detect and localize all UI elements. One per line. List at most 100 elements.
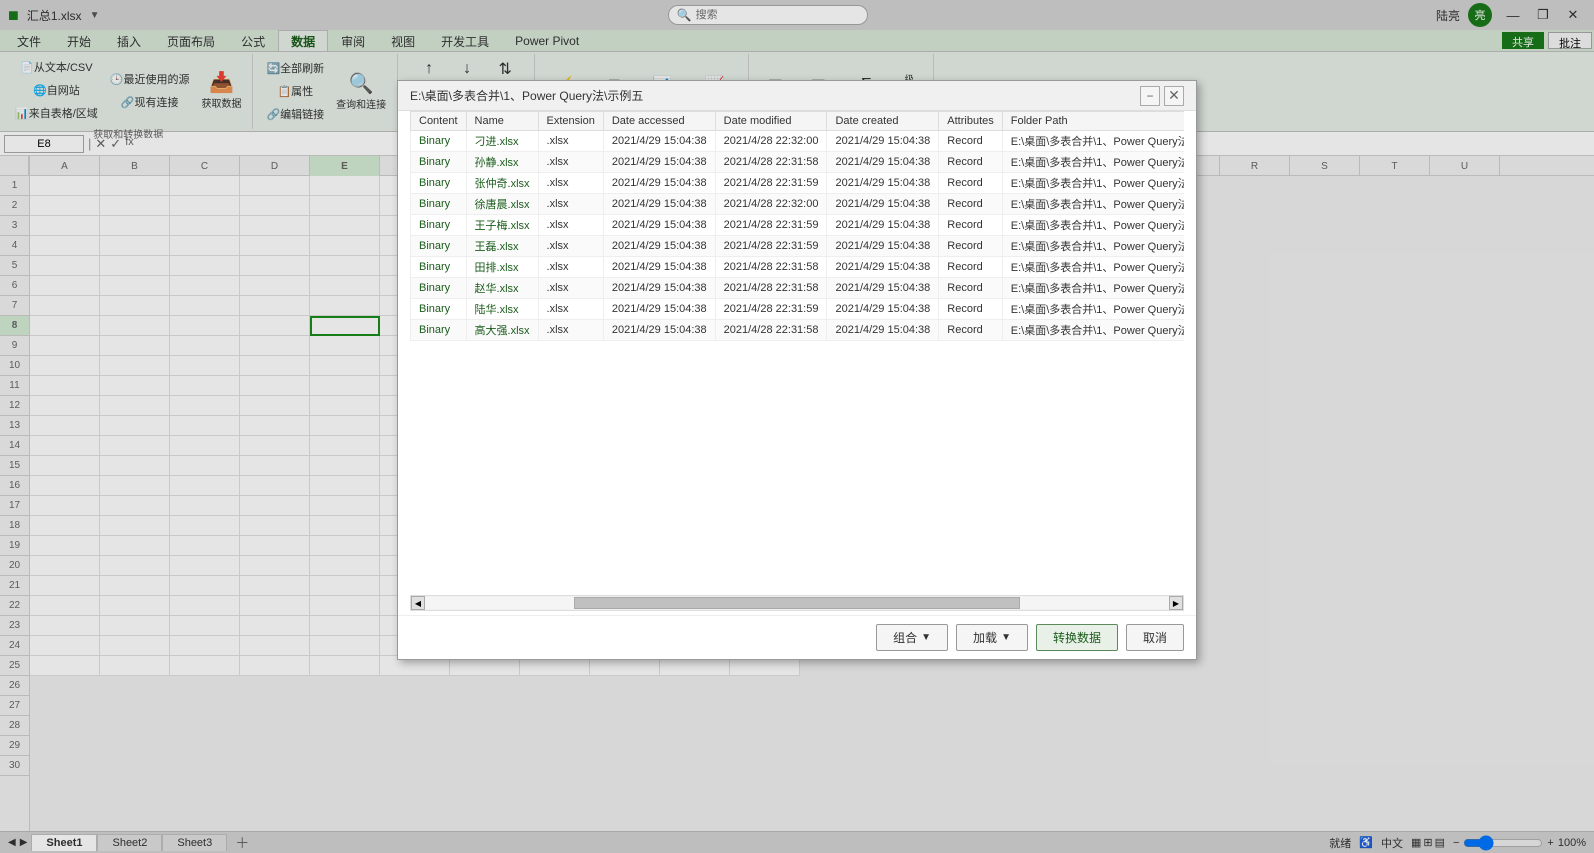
- table-cell: Binary: [411, 173, 467, 194]
- dialog-minimize-button[interactable]: −: [1140, 86, 1160, 106]
- col-header-extension: Extension: [538, 112, 603, 131]
- table-cell: 2021/4/29 15:04:38: [603, 299, 715, 320]
- col-header-date-accessed: Date accessed: [603, 112, 715, 131]
- table-cell: E:\桌面\多表合并\1、Power Query法\示例: [1002, 131, 1184, 152]
- table-cell: E:\桌面\多表合并\1、Power Query法\示例: [1002, 278, 1184, 299]
- scroll-thumb[interactable]: [574, 597, 1020, 609]
- table-cell: .xlsx: [538, 236, 603, 257]
- table-cell: 刁进.xlsx: [466, 131, 538, 152]
- table-cell: 2021/4/29 15:04:38: [827, 257, 939, 278]
- dialog-table-container[interactable]: Content Name Extension Date accessed Dat…: [410, 111, 1184, 591]
- col-header-attributes: Attributes: [939, 112, 1002, 131]
- table-cell: .xlsx: [538, 173, 603, 194]
- table-cell: Record: [939, 215, 1002, 236]
- table-cell: 王子梅.xlsx: [466, 215, 538, 236]
- scroll-left-arrow[interactable]: ◀: [411, 596, 425, 610]
- table-cell: 2021/4/29 15:04:38: [827, 152, 939, 173]
- table-cell: 2021/4/28 22:32:00: [715, 131, 827, 152]
- table-row: Binary孙静.xlsx.xlsx2021/4/29 15:04:382021…: [411, 152, 1185, 173]
- table-cell: 2021/4/29 15:04:38: [603, 257, 715, 278]
- table-row: Binary赵华.xlsx.xlsx2021/4/29 15:04:382021…: [411, 278, 1185, 299]
- combine-dropdown-arrow[interactable]: ▼: [921, 632, 931, 643]
- table-cell: Record: [939, 257, 1002, 278]
- table-cell: E:\桌面\多表合并\1、Power Query法\示例: [1002, 152, 1184, 173]
- table-cell: 2021/4/28 22:31:58: [715, 320, 827, 341]
- table-row: Binary张仲奇.xlsx.xlsx2021/4/29 15:04:38202…: [411, 173, 1185, 194]
- table-cell: Record: [939, 152, 1002, 173]
- col-header-name: Name: [466, 112, 538, 131]
- dialog-header: E:\桌面\多表合并\1、Power Query法\示例五 − ✕: [398, 81, 1196, 111]
- table-cell: E:\桌面\多表合并\1、Power Query法\示例: [1002, 320, 1184, 341]
- table-cell: 2021/4/29 15:04:38: [603, 215, 715, 236]
- table-cell: 2021/4/29 15:04:38: [603, 131, 715, 152]
- scroll-right-arrow[interactable]: ▶: [1169, 596, 1183, 610]
- table-cell: Record: [939, 299, 1002, 320]
- table-cell: 赵华.xlsx: [466, 278, 538, 299]
- combine-button[interactable]: 组合 ▼: [876, 624, 948, 651]
- table-cell: Record: [939, 131, 1002, 152]
- table-cell: 2021/4/29 15:04:38: [603, 173, 715, 194]
- table-row: Binary王子梅.xlsx.xlsx2021/4/29 15:04:38202…: [411, 215, 1185, 236]
- table-cell: 田排.xlsx: [466, 257, 538, 278]
- col-header-date-created: Date created: [827, 112, 939, 131]
- table-cell: 2021/4/29 15:04:38: [603, 320, 715, 341]
- scroll-track[interactable]: [425, 597, 1169, 609]
- table-cell: 2021/4/29 15:04:38: [603, 194, 715, 215]
- table-cell: E:\桌面\多表合并\1、Power Query法\示例: [1002, 299, 1184, 320]
- table-cell: E:\桌面\多表合并\1、Power Query法\示例: [1002, 173, 1184, 194]
- table-cell: E:\桌面\多表合并\1、Power Query法\示例: [1002, 194, 1184, 215]
- table-row: Binary王磊.xlsx.xlsx2021/4/29 15:04:382021…: [411, 236, 1185, 257]
- table-cell: 2021/4/28 22:31:59: [715, 173, 827, 194]
- table-cell: E:\桌面\多表合并\1、Power Query法\示例: [1002, 215, 1184, 236]
- table-cell: .xlsx: [538, 299, 603, 320]
- table-cell: .xlsx: [538, 257, 603, 278]
- table-cell: .xlsx: [538, 152, 603, 173]
- table-cell: 2021/4/29 15:04:38: [827, 320, 939, 341]
- table-cell: Record: [939, 194, 1002, 215]
- table-cell: .xlsx: [538, 320, 603, 341]
- table-cell: 2021/4/29 15:04:38: [827, 236, 939, 257]
- table-cell: Record: [939, 173, 1002, 194]
- table-row: Binary田排.xlsx.xlsx2021/4/29 15:04:382021…: [411, 257, 1185, 278]
- table-cell: 2021/4/29 15:04:38: [603, 152, 715, 173]
- table-cell: Binary: [411, 131, 467, 152]
- table-cell: E:\桌面\多表合并\1、Power Query法\示例: [1002, 236, 1184, 257]
- dialog-title-label: E:\桌面\多表合并\1、Power Query法\示例五: [410, 87, 643, 104]
- load-dropdown-arrow[interactable]: ▼: [1001, 632, 1011, 643]
- table-cell: 孙静.xlsx: [466, 152, 538, 173]
- transform-button[interactable]: 转换数据: [1036, 624, 1118, 651]
- table-cell: Record: [939, 278, 1002, 299]
- file-browser-dialog: E:\桌面\多表合并\1、Power Query法\示例五 − ✕ Conten…: [397, 80, 1197, 660]
- table-cell: 徐唐晨.xlsx: [466, 194, 538, 215]
- col-header-date-modified: Date modified: [715, 112, 827, 131]
- table-cell: 2021/4/29 15:04:38: [827, 194, 939, 215]
- table-cell: 王磊.xlsx: [466, 236, 538, 257]
- table-cell: Binary: [411, 215, 467, 236]
- table-cell: 2021/4/28 22:31:58: [715, 257, 827, 278]
- table-row: Binary刁进.xlsx.xlsx2021/4/29 15:04:382021…: [411, 131, 1185, 152]
- table-row: Binary陆华.xlsx.xlsx2021/4/29 15:04:382021…: [411, 299, 1185, 320]
- table-cell: Binary: [411, 278, 467, 299]
- table-cell: .xlsx: [538, 278, 603, 299]
- cancel-button[interactable]: 取消: [1126, 624, 1184, 651]
- file-data-table: Content Name Extension Date accessed Dat…: [410, 111, 1184, 341]
- table-cell: 张仲奇.xlsx: [466, 173, 538, 194]
- table-cell: 2021/4/28 22:31:59: [715, 236, 827, 257]
- dialog-overlay: E:\桌面\多表合并\1、Power Query法\示例五 − ✕ Conten…: [0, 0, 1594, 853]
- table-cell: 2021/4/28 22:32:00: [715, 194, 827, 215]
- load-button[interactable]: 加载 ▼: [956, 624, 1028, 651]
- table-row: Binary徐唐晨.xlsx.xlsx2021/4/29 15:04:38202…: [411, 194, 1185, 215]
- table-cell: Binary: [411, 257, 467, 278]
- table-cell: Binary: [411, 236, 467, 257]
- table-cell: 2021/4/28 22:31:59: [715, 215, 827, 236]
- table-cell: .xlsx: [538, 215, 603, 236]
- table-cell: .xlsx: [538, 131, 603, 152]
- table-cell: Binary: [411, 320, 467, 341]
- table-cell: Record: [939, 320, 1002, 341]
- table-cell: Binary: [411, 194, 467, 215]
- table-cell: 2021/4/28 22:31:58: [715, 278, 827, 299]
- dialog-close-button[interactable]: ✕: [1164, 86, 1184, 106]
- table-cell: 2021/4/29 15:04:38: [603, 236, 715, 257]
- table-cell: 2021/4/29 15:04:38: [827, 131, 939, 152]
- horizontal-scrollbar[interactable]: ◀ ▶: [410, 595, 1184, 611]
